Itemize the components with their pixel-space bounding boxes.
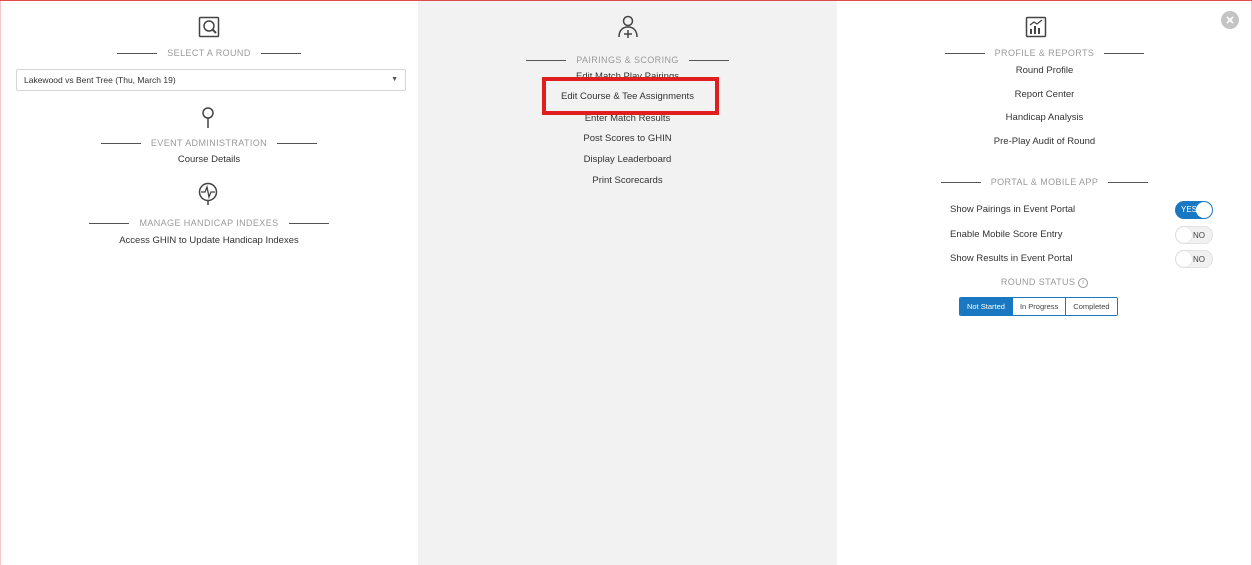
toggle-label: Show Results in Event Portal [950, 253, 1073, 264]
handicap-analysis-link[interactable]: Handicap Analysis [837, 112, 1252, 123]
highlight-box [542, 77, 719, 115]
portal-mobile-heading: PORTAL & MOBILE APP [837, 175, 1252, 189]
report-center-link[interactable]: Report Center [837, 89, 1252, 100]
show-pairings-toggle[interactable]: YES [1175, 201, 1213, 219]
post-scores-ghin-link[interactable]: Post Scores to GHIN [418, 133, 837, 144]
chevron-down-icon: ▼ [391, 76, 398, 83]
handicap-heading: MANAGE HANDICAP INDEXES [0, 216, 418, 230]
toggle-row-show-pairings: Show Pairings in Event Portal YES [950, 200, 1215, 220]
close-icon [1226, 16, 1234, 24]
pairings-scoring-heading: PAIRINGS & SCORING [418, 53, 837, 67]
show-results-toggle[interactable]: NO [1175, 250, 1213, 268]
display-leaderboard-link[interactable]: Display Leaderboard [418, 154, 837, 165]
select-round-heading: SELECT A ROUND [0, 46, 418, 60]
pulse-icon [198, 182, 218, 205]
course-details-link[interactable]: Course Details [0, 154, 418, 165]
pre-play-audit-link[interactable]: Pre-Play Audit of Round [837, 136, 1252, 147]
print-scorecards-link[interactable]: Print Scorecards [418, 175, 837, 186]
people-plus-icon [618, 15, 638, 38]
toggle-label: Show Pairings in Event Portal [950, 204, 1076, 215]
profile-reports-heading: PROFILE & REPORTS [837, 46, 1252, 60]
round-select-value: Lakewood vs Bent Tree (Thu, March 19) [24, 75, 176, 85]
status-completed[interactable]: Completed [1065, 298, 1117, 315]
status-not-started[interactable]: Not Started [960, 298, 1012, 315]
toggle-row-show-results: Show Results in Event Portal NO [950, 249, 1215, 269]
toggle-label: Enable Mobile Score Entry [950, 229, 1063, 240]
status-in-progress[interactable]: In Progress [1011, 298, 1066, 315]
close-button[interactable] [1221, 11, 1239, 29]
chart-icon [1025, 16, 1047, 38]
toggle-row-mobile-score: Enable Mobile Score Entry NO [950, 225, 1215, 245]
mobile-score-entry-toggle[interactable]: NO [1175, 226, 1213, 244]
round-status-label: ROUND STATUS i [837, 277, 1252, 288]
info-icon[interactable]: i [1078, 277, 1089, 288]
round-select[interactable]: Lakewood vs Bent Tree (Thu, March 19) ▼ [16, 69, 406, 91]
pin-icon [202, 107, 214, 128]
magnifier-doc-icon [198, 16, 220, 38]
round-status-segmented: Not Started In Progress Completed [959, 297, 1118, 316]
event-admin-heading: EVENT ADMINISTRATION [0, 136, 418, 150]
ghin-update-link[interactable]: Access GHIN to Update Handicap Indexes [0, 235, 418, 246]
round-profile-link[interactable]: Round Profile [837, 65, 1252, 76]
